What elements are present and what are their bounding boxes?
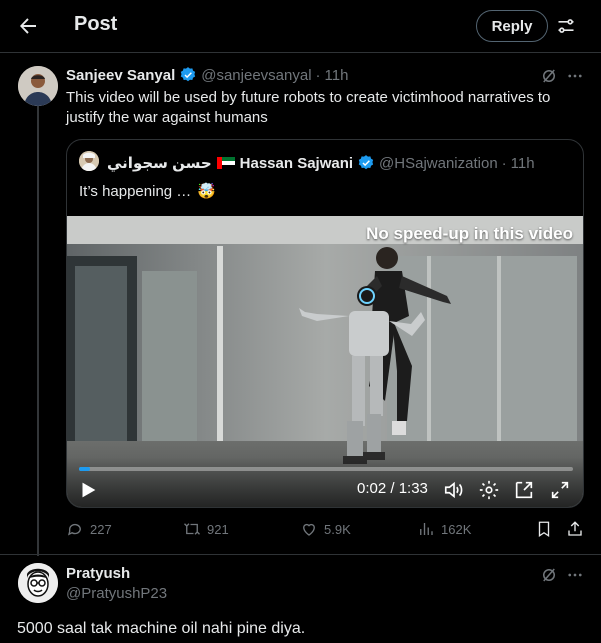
- quoted-arabic-name: حسن سجواني: [107, 155, 212, 172]
- reply-author-handle[interactable]: @PratyushP23: [66, 585, 167, 602]
- page-title: Post: [74, 13, 118, 35]
- repost-icon: [184, 523, 200, 535]
- views-chart-icon: [420, 523, 433, 535]
- quoted-author-name: Hassan Sajwani: [239, 154, 354, 172]
- like-action[interactable]: 5.9K: [300, 520, 351, 538]
- separator-dot: ·: [501, 154, 507, 172]
- volume-icon[interactable]: [443, 479, 465, 501]
- adjust-icon[interactable]: [556, 16, 576, 36]
- quoted-avatar: [79, 151, 99, 171]
- separator-dot: ·: [315, 66, 321, 84]
- post-header: Sanjeev Sanyal @sanjeevsanyal · 11h: [66, 66, 348, 84]
- verified-badge-icon: [358, 155, 374, 170]
- settings-gear-icon[interactable]: [478, 479, 500, 501]
- reply-button[interactable]: Reply: [476, 10, 548, 42]
- play-icon[interactable]: [77, 479, 99, 501]
- post-time[interactable]: 11h: [325, 67, 349, 84]
- heart-icon: [303, 523, 315, 536]
- video-progress-fill: [79, 467, 90, 471]
- verified-badge-icon: [181, 67, 196, 82]
- fullscreen-icon[interactable]: [549, 479, 571, 501]
- quoted-text: It’s happening …: [79, 182, 192, 200]
- back-arrow-icon[interactable]: [16, 14, 40, 38]
- quoted-header: حسن سجواني Hassan Sajwani @HSajwanizatio…: [107, 154, 535, 173]
- video-time: 0:02 / 1:33: [357, 480, 428, 497]
- exploding-head-emoji: 🤯: [197, 183, 216, 200]
- video-player[interactable]: No speed-up in this video 0:02 / 1:33: [67, 216, 583, 507]
- reply-handle-row: @PratyushP23: [66, 585, 167, 602]
- picture-in-picture-icon[interactable]: [513, 479, 535, 501]
- video-controls: 0:02 / 1:33: [67, 457, 583, 507]
- grok-icon[interactable]: [540, 67, 558, 85]
- avatar[interactable]: [18, 563, 58, 603]
- quoted-post[interactable]: حسن سجواني Hassan Sajwani @HSajwanizatio…: [66, 139, 584, 508]
- like-count: 5.9K: [324, 521, 351, 537]
- divider: [0, 554, 601, 555]
- quoted-text-row: It’s happening … 🤯: [79, 182, 216, 201]
- author-handle[interactable]: @sanjeevsanyal: [201, 67, 311, 84]
- more-options-icon[interactable]: [566, 566, 584, 584]
- reply-count: 227: [90, 521, 112, 537]
- divider: [0, 52, 601, 53]
- post-text: This video will be used by future robots…: [66, 89, 551, 126]
- views-action[interactable]: 162K: [417, 520, 471, 538]
- repost-action[interactable]: 921: [183, 520, 229, 538]
- author-name[interactable]: Sanjeev Sanyal: [66, 67, 175, 84]
- quoted-time: 11h: [510, 154, 535, 172]
- quoted-handle: @HSajwanization: [379, 154, 498, 172]
- post-actions: 227 921 5.9K 162K: [66, 520, 586, 540]
- repost-count: 921: [207, 521, 229, 537]
- reply-author-name[interactable]: Pratyush: [66, 565, 130, 582]
- avatar[interactable]: [18, 66, 58, 106]
- share-icon[interactable]: [566, 520, 584, 538]
- thread-line: [37, 106, 39, 556]
- reply-header: Pratyush: [66, 565, 130, 582]
- more-options-icon[interactable]: [566, 67, 584, 85]
- top-bar: Post Reply: [0, 0, 601, 52]
- reply-text: 5000 saal tak machine oil nahi pine diya…: [17, 620, 306, 637]
- bookmark-icon[interactable]: [535, 520, 553, 538]
- reply-action[interactable]: 227: [66, 520, 112, 538]
- views-count: 162K: [441, 521, 472, 537]
- video-overlay-text: No speed-up in this video: [366, 224, 573, 243]
- grok-icon[interactable]: [540, 566, 558, 584]
- comment-icon: [67, 523, 81, 536]
- video-progress-bar[interactable]: [79, 467, 573, 471]
- uae-flag-icon: [216, 157, 235, 169]
